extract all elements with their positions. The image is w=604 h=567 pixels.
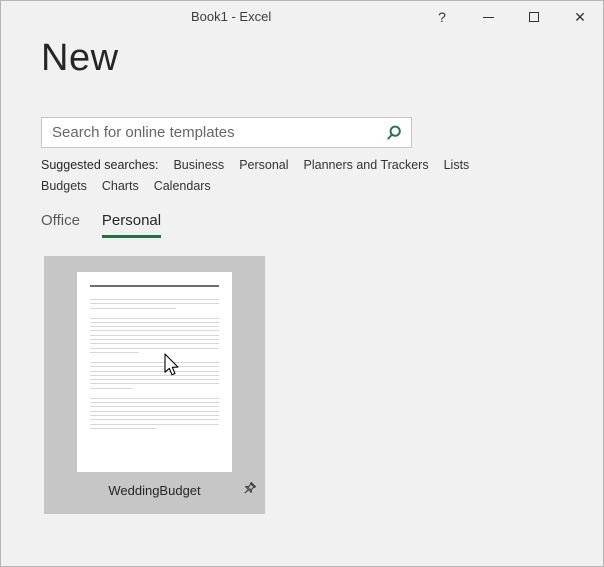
help-icon: ? xyxy=(438,9,446,25)
suggested-search-link[interactable]: Personal xyxy=(239,158,288,172)
minimize-icon xyxy=(483,17,494,18)
template-name-label: WeddingBudget xyxy=(44,483,265,498)
close-button[interactable]: ✕ xyxy=(557,1,603,33)
suggested-search-link[interactable]: Calendars xyxy=(154,179,211,193)
minimize-button[interactable] xyxy=(465,1,511,33)
search-input[interactable] xyxy=(42,118,377,147)
suggested-search-link[interactable]: Budgets xyxy=(41,179,87,193)
excel-new-template-window: Book1 - Excel ? ✕ New Suggested searches… xyxy=(0,0,604,567)
template-tabs: Office Personal xyxy=(41,212,161,238)
suggested-search-link[interactable]: Business xyxy=(173,158,224,172)
suggested-search-link[interactable]: Lists xyxy=(444,158,470,172)
template-thumbnail xyxy=(77,272,232,472)
page-title: New xyxy=(41,37,119,80)
maximize-icon xyxy=(529,12,539,22)
window-controls: ? ✕ xyxy=(419,1,603,33)
suggested-search-link[interactable]: Planners and Trackers xyxy=(304,158,429,172)
template-search-box xyxy=(41,117,412,148)
suggested-search-link[interactable]: Charts xyxy=(102,179,139,193)
pushpin-outline-icon xyxy=(240,481,257,498)
template-card-weddingbudget[interactable]: WeddingBudget xyxy=(44,256,265,514)
thumbnail-line-group xyxy=(90,362,219,389)
help-button[interactable]: ? xyxy=(419,1,465,33)
titlebar: Book1 - Excel ? ✕ xyxy=(1,1,603,33)
tab-office[interactable]: Office xyxy=(41,212,80,238)
search-button[interactable] xyxy=(377,118,411,147)
pin-template-button[interactable] xyxy=(238,479,258,499)
thumbnail-line-group xyxy=(90,299,219,309)
thumbnail-line-group xyxy=(90,285,219,287)
thumbnail-line-group xyxy=(90,398,219,429)
suggested-searches: Suggested searches: Business Personal Plan… xyxy=(41,158,521,193)
window-title: Book1 - Excel xyxy=(191,1,271,33)
suggested-searches-label: Suggested searches: xyxy=(41,158,158,172)
maximize-button[interactable] xyxy=(511,1,557,33)
close-icon: ✕ xyxy=(574,9,586,26)
thumbnail-line-group xyxy=(90,318,219,353)
magnifier-icon xyxy=(385,124,403,142)
tab-personal[interactable]: Personal xyxy=(102,212,161,238)
